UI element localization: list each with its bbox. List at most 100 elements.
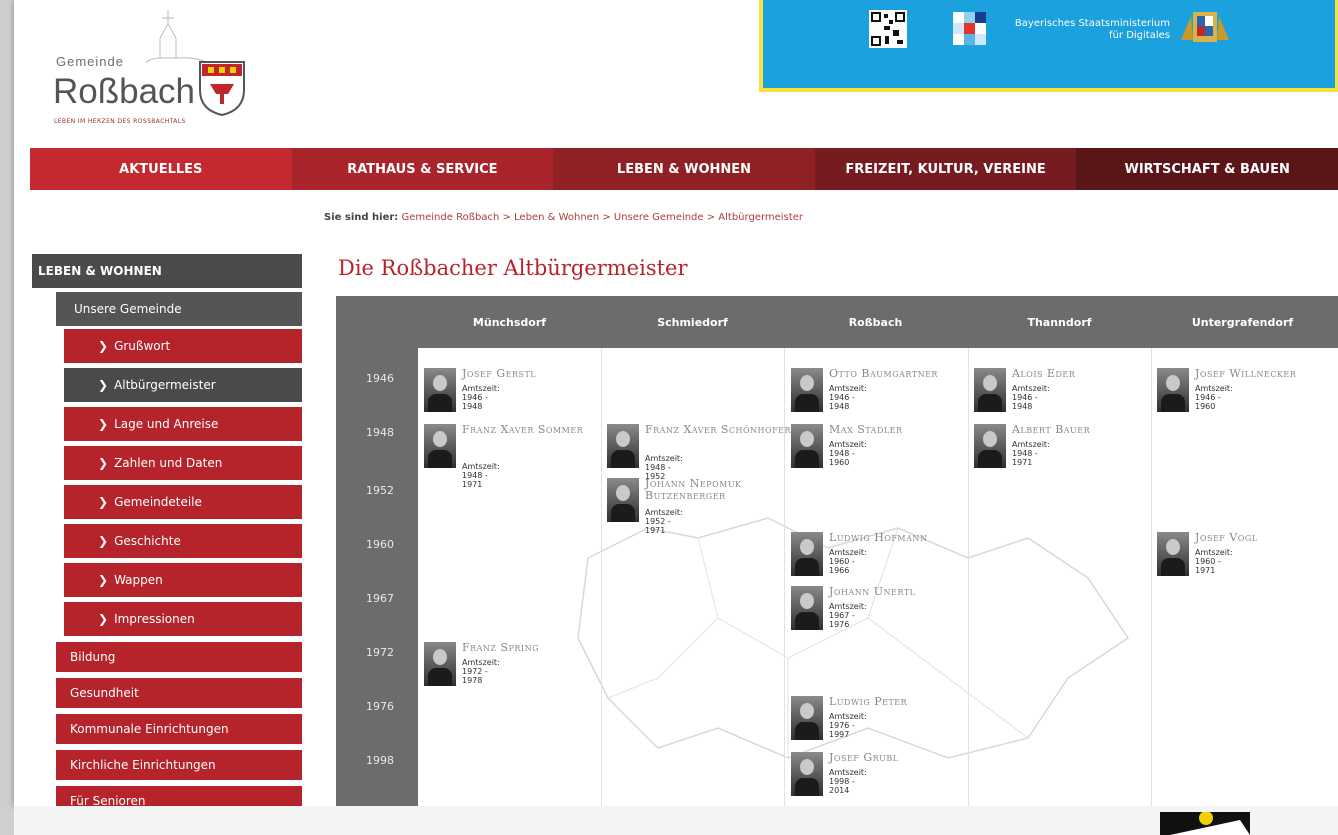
mayors-table: Münchsdorf Schmiedorf Roßbach Thanndorf … [336,296,1338,806]
mayor-photo [791,696,823,740]
year-label: 1998 [366,754,394,767]
year-label: 1972 [366,646,394,659]
year-label: 1976 [366,700,394,713]
breadcrumb: Sie sind hier: Gemeinde Roßbach > Leben … [324,212,803,223]
mayor-term: Amtszeit: 1960 - 1966 [829,548,867,575]
mayor-photo [607,478,639,522]
sidebar-item-fuer-senioren[interactable]: Für Senioren [56,786,302,806]
year-label: 1948 [366,426,394,439]
mayor-term: Amtszeit: 1946 - 1948 [829,384,867,411]
sidebar-heading[interactable]: LEBEN & WOHNEN [32,254,302,288]
sidebar-item-kommunale-einrichtungen[interactable]: Kommunale Einrichtungen [56,714,302,744]
nav-wirtschaft-bauen[interactable]: WIRTSCHAFT & BAUEN [1076,148,1338,190]
mayor-name: Franz Xaver Schönhofer [645,423,791,436]
sidebar-sections: Bildung Gesundheit Kommunale Einrichtung… [56,642,302,806]
chevron-right-icon: ❯ [98,456,109,470]
mayor-term: Amtszeit: 1946 - 1960 [1195,384,1233,411]
sidebar-item-label: Lage und Anreise [114,417,219,431]
ministry-banner[interactable]: Bayerisches Staatsministerium für Digita… [759,0,1338,92]
sidebar-item-kirchliche-einrichtungen[interactable]: Kirchliche Einrichtungen [56,750,302,780]
chevron-right-icon: ❯ [98,612,109,626]
mayor-photo [791,752,823,796]
mayor-photo [974,424,1006,468]
mayor-photo [424,424,456,468]
sidebar-item-zahlen-daten[interactable]: ❯ Zahlen und Daten [64,446,302,480]
sidebar-item-label: Altbürgermeister [114,378,216,392]
column-header: Schmiedorf [657,316,728,329]
mayor-term: Amtszeit: 1948 - 1960 [829,440,867,467]
mayor-name: Josef Willnecker [1195,367,1297,380]
mayor-photo [607,424,639,468]
column-divider [601,348,602,806]
mayor-term: Amtszeit: 1998 - 2014 [829,768,867,795]
sidebar-item-bildung[interactable]: Bildung [56,642,302,672]
column-divider [784,348,785,806]
mayor-term: Amtszeit: 1948 - 1971 [462,462,500,489]
sidebar-submenu: ❯ Grußwort ❯ Altbürgermeister ❯ Lage und An… [64,329,302,641]
sidebar-item-label: Gemeindeteile [114,495,202,509]
column-divider [968,348,969,806]
sidebar-item-label: Grußwort [114,339,171,353]
mayor-term: Amtszeit: 1976 - 1997 [829,712,867,739]
sidebar-unsere-gemeinde[interactable]: Unsere Gemeinde [56,292,302,326]
mayor-photo [791,368,823,412]
column-header: Untergrafendorf [1191,316,1294,329]
sidebar-item-gemeindeteile[interactable]: ❯ Gemeindeteile [64,485,302,519]
chevron-right-icon: ❯ [98,495,109,509]
coat-of-arms-icon [199,61,245,116]
breadcrumb-path[interactable]: Gemeinde Roßbach > Leben & Wohnen > Unse… [401,212,802,223]
column-header: Thanndorf [1027,316,1092,329]
sidebar-item-label: Impressionen [114,612,195,626]
mayor-term: Amtszeit: 1972 - 1978 [462,658,500,685]
chevron-right-icon: ❯ [98,573,109,587]
chevron-right-icon: ❯ [98,339,109,353]
mayor-photo [791,532,823,576]
bavarian-crest-icon [1181,12,1229,42]
ministry-line2: für Digitales [1109,30,1170,41]
sidebar-item-wappen[interactable]: ❯ Wappen [64,563,302,597]
mayor-term: Amtszeit: 1946 - 1948 [1012,384,1050,411]
year-label: 1967 [366,592,394,605]
bottom-bar [14,806,1338,835]
year-label: 1946 [366,372,394,385]
mayor-name: Alois Eder [1012,367,1076,380]
sidebar-item-gesundheit[interactable]: Gesundheit [56,678,302,708]
mayor-term: Amtszeit: 1960 - 1971 [1195,548,1233,575]
mayor-name: Max Stadler [829,423,903,436]
nav-rathaus-service[interactable]: RATHAUS & SERVICE [291,148,554,190]
sidebar-item-grusswort[interactable]: ❯ Grußwort [64,329,302,363]
sidebar-item-altbuergermeister[interactable]: ❯ Altbürgermeister [64,368,302,402]
mayor-photo [1157,532,1189,576]
sidebar-item-label: Wappen [114,573,163,587]
sidebar-item-impressionen[interactable]: ❯ Impressionen [64,602,302,636]
mayors-grid: Josef Gerstl Amtszeit: 1946 - 1948 Franz… [418,348,1338,806]
ministry-name: Bayerisches Staatsministerium für Digita… [995,18,1170,42]
nav-freizeit-kultur-vereine[interactable]: FREIZEIT, KULTUR, VEREINE [814,148,1077,190]
mayor-name: Ludwig Hofmann [829,531,928,544]
site-logo[interactable]: Gemeinde Roßbach LEBEN IM HERZEN DES ROS… [38,10,268,128]
mayor-name: Franz Spring [462,641,539,654]
nav-leben-wohnen[interactable]: LEBEN & WOHNEN [553,148,815,190]
mayor-name: Johann Unertl [829,585,916,598]
page-title: Die Roßbacher Altbürgermeister [338,256,688,280]
sidebar-item-geschichte[interactable]: ❯ Geschichte [64,524,302,558]
ministry-line1: Bayerisches Staatsministerium [1014,18,1170,29]
column-divider [1151,348,1152,806]
mayor-term: Amtszeit: 1967 - 1976 [829,602,867,629]
mayor-photo [974,368,1006,412]
sidebar-item-lage-anreise[interactable]: ❯ Lage und Anreise [64,407,302,441]
column-header: Roßbach [848,316,903,329]
mayor-name: Josef Vogl [1195,531,1258,544]
corner-logo-icon [1160,812,1250,835]
mayor-photo [1157,368,1189,412]
mayor-name: Albert Bauer [1012,423,1091,436]
mayor-name: Josef Gerstl [462,367,537,380]
nav-aktuelles[interactable]: AKTUELLES [30,148,292,190]
mayor-name: Josef Grubl [829,751,899,764]
year-label: 1952 [366,484,394,497]
year-column: 1946 1948 1952 1960 1967 1972 1976 1998 [336,348,418,806]
mayor-photo [424,642,456,686]
chevron-right-icon: ❯ [98,417,109,431]
main-navigation: AKTUELLES RATHAUS & SERVICE LEBEN & WOHN… [30,148,1338,190]
mayor-name: Johann Nepomuk Butzenberger [645,477,742,502]
